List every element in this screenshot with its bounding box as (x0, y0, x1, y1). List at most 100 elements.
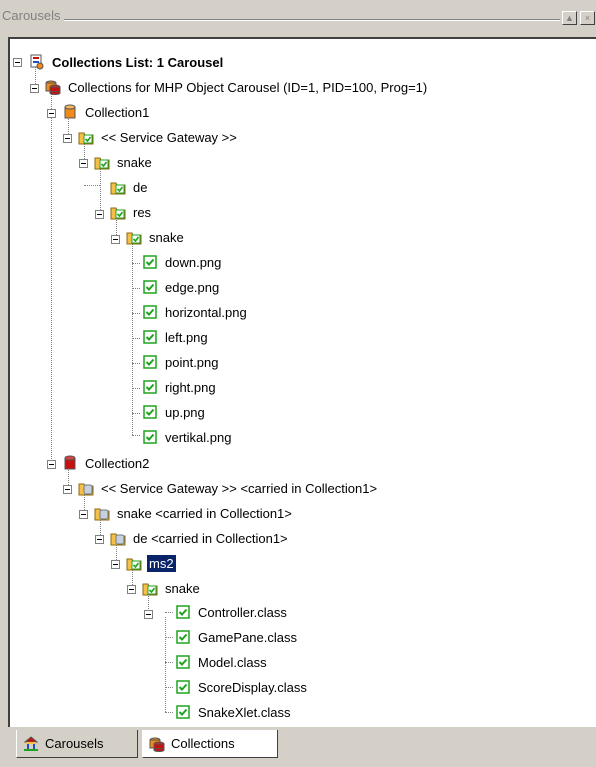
tab-label: Collections (171, 736, 235, 751)
file-check-icon (143, 430, 157, 444)
tree-item-file[interactable]: SnakeXlet.class (175, 701, 293, 723)
collapse-toggle[interactable] (63, 134, 72, 143)
collapse-toggle[interactable] (111, 560, 120, 569)
collections-tree[interactable]: Collections List: 1 Carousel Collections… (8, 37, 596, 727)
tree-root[interactable]: Collections List: 1 Carousel (29, 51, 225, 73)
database-stack-icon (149, 737, 165, 752)
tree-item-label: ms2 (147, 554, 176, 572)
tree-item-collection1[interactable]: Collection1 (62, 101, 151, 123)
tree-item-label: snake (149, 229, 184, 245)
tree-line (165, 637, 173, 638)
folder-gray-icon (78, 483, 94, 496)
file-check-icon (143, 380, 157, 394)
tree-item-file[interactable]: GamePane.class (175, 626, 299, 648)
tree-item-file[interactable]: down.png (142, 251, 223, 273)
tree-item-folder[interactable]: de <carried in Collection1> (110, 527, 290, 549)
collapse-toggle[interactable] (111, 235, 120, 244)
tree-item-folder[interactable]: snake <carried in Collection1> (94, 502, 294, 524)
tree-item-label: Controller.class (198, 604, 287, 620)
collapse-toggle[interactable] (13, 58, 22, 67)
collapse-toggle[interactable] (47, 109, 56, 118)
folder-check-icon (78, 132, 94, 145)
tree-item-label: SnakeXlet.class (198, 704, 291, 720)
tree-item-label: << Service Gateway >> (101, 129, 237, 145)
collapse-toggle[interactable] (30, 84, 39, 93)
collapse-toggle[interactable] (79, 159, 88, 168)
tree-item-label: Model.class (198, 654, 267, 670)
folder-check-icon (126, 558, 142, 571)
panel-title: Carousels (2, 8, 61, 23)
tree-item-label: point.png (165, 354, 219, 370)
tree-item-label: snake (165, 580, 200, 596)
tab-carousels[interactable]: Carousels (16, 730, 138, 758)
collapse-toggle[interactable] (144, 610, 153, 619)
tree-item-file[interactable]: vertikal.png (142, 426, 233, 448)
folder-check-icon (126, 232, 142, 245)
tree-item-file[interactable]: right.png (142, 376, 218, 398)
collapse-toggle[interactable] (63, 485, 72, 494)
tree-item-collection2[interactable]: Collection2 (62, 452, 151, 474)
collapse-toggle[interactable] (47, 460, 56, 469)
tree-item-label: GamePane.class (198, 629, 297, 645)
tree-line (165, 712, 173, 713)
tree-item-label: up.png (165, 404, 205, 420)
tree-item-folder[interactable]: snake (94, 151, 154, 173)
tree-item-service-gateway[interactable]: << Service Gateway >> <carried in Collec… (78, 477, 379, 499)
tree-item-file[interactable]: point.png (142, 351, 221, 373)
tree-item-file[interactable]: horizontal.png (142, 301, 249, 323)
tree-item-label: down.png (165, 254, 222, 270)
tree-item-file[interactable]: Model.class (175, 651, 269, 673)
tree-item-file[interactable]: Controller.class (175, 601, 289, 623)
database-orange-icon (64, 104, 76, 119)
collapse-toggle[interactable] (95, 210, 104, 219)
tree-item-folder-selected[interactable]: ms2 (126, 552, 176, 574)
tree-item-file[interactable]: ScoreDisplay.class (175, 676, 309, 698)
tree-line (132, 313, 140, 314)
tree-item-carousel[interactable]: Collections for MHP Object Carousel (ID=… (45, 76, 429, 98)
caption-rule (64, 19, 560, 21)
tree-item-file[interactable]: up.png (142, 401, 207, 423)
tree-item-folder[interactable]: snake (142, 577, 202, 599)
tree-line (165, 612, 173, 613)
folder-check-icon (110, 207, 126, 220)
tree-item-service-gateway[interactable]: << Service Gateway >> (78, 126, 239, 148)
folder-gray-icon (94, 508, 110, 521)
tree-item-label: res (133, 204, 152, 220)
tree-item-label: ScoreDisplay.class (198, 679, 307, 695)
tree-line (51, 89, 52, 459)
file-check-icon (176, 680, 190, 694)
tree-line (165, 687, 173, 688)
file-check-icon (176, 705, 190, 719)
database-red-icon (64, 455, 76, 470)
collapse-toggle[interactable] (95, 535, 104, 544)
tree-item-folder[interactable]: snake (126, 226, 186, 248)
folder-check-icon (142, 583, 158, 596)
restore-button[interactable]: ▲ (562, 11, 577, 25)
file-check-icon (176, 605, 190, 619)
file-check-icon (143, 305, 157, 319)
tree-item-file[interactable]: left.png (142, 326, 210, 348)
tree-line (165, 662, 173, 663)
file-check-icon (143, 405, 157, 419)
folder-check-icon (94, 157, 110, 170)
tree-item-label: de (133, 179, 148, 195)
panel-caption: Carousels ▲ × (0, 0, 596, 34)
tree-line (132, 263, 140, 264)
tree-line (132, 338, 140, 339)
folder-gray-icon (110, 533, 126, 546)
tree-item-folder[interactable]: de (110, 176, 149, 198)
tree-line (132, 435, 140, 436)
collapse-toggle[interactable] (127, 585, 136, 594)
tree-line (132, 363, 140, 364)
tree-item-file[interactable]: edge.png (142, 276, 221, 298)
tab-collections[interactable]: Collections (142, 730, 278, 758)
tree-item-folder[interactable]: res (110, 201, 153, 223)
tab-bar: Carousels Collections (0, 730, 596, 767)
collapse-toggle[interactable] (79, 510, 88, 519)
tree-line (165, 617, 166, 712)
close-button[interactable]: × (580, 11, 595, 25)
file-check-icon (143, 255, 157, 269)
file-check-icon (143, 280, 157, 294)
carousel-list-icon (30, 54, 44, 70)
tree-item-label: vertikal.png (165, 429, 232, 445)
